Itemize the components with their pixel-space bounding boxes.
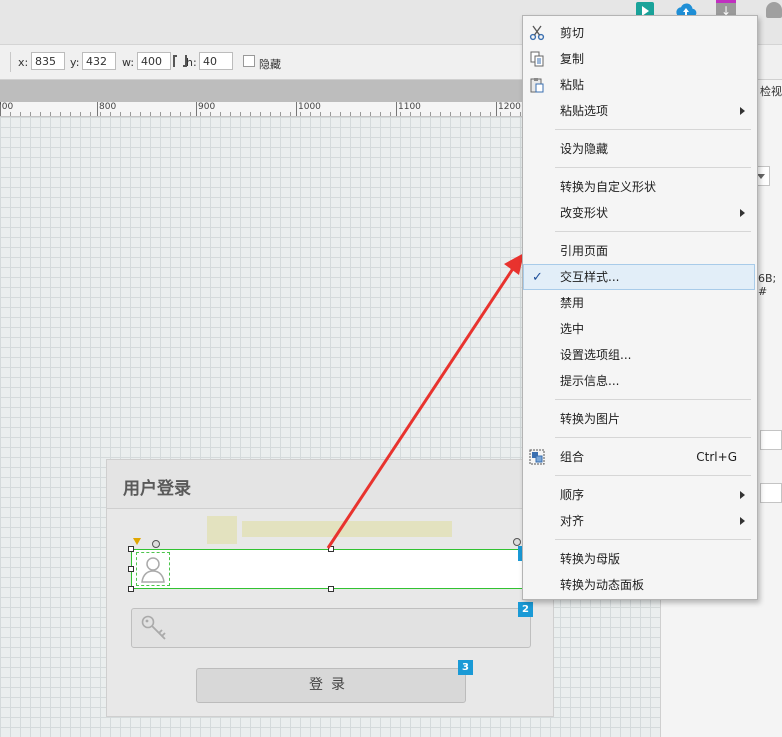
x-field[interactable]: 835 xyxy=(31,52,65,70)
menu-item-paste[interactable]: 粘贴 xyxy=(523,72,755,98)
copy-icon xyxy=(529,51,545,67)
menu-item-label: 转换为动态面板 xyxy=(560,578,645,592)
menu-item-convert-image[interactable]: 转换为图片 xyxy=(523,406,755,432)
menu-item-label: 转换为自定义形状 xyxy=(560,180,657,194)
menu-item-label: 提示信息... xyxy=(560,374,620,388)
menu-item-order[interactable]: 顺序 xyxy=(523,482,755,508)
y-label: y: xyxy=(70,56,80,69)
user-account-icon[interactable] xyxy=(766,2,782,18)
menu-item-label: 选中 xyxy=(560,322,585,336)
hide-label: 隐藏 xyxy=(259,58,281,71)
resize-handle-top-left[interactable] xyxy=(128,546,134,552)
menu-item-label: 粘贴 xyxy=(560,78,585,92)
menu-item-align[interactable]: 对齐 xyxy=(523,508,755,534)
ruler-label: 1100 xyxy=(398,102,421,112)
ruler-major-tick xyxy=(97,102,98,116)
rotation-handle[interactable] xyxy=(152,540,160,548)
menu-item-label: 组合 xyxy=(560,450,585,464)
menu-item-interaction-styles[interactable]: ✓ 交互样式... xyxy=(523,264,755,290)
menu-separator xyxy=(555,129,751,130)
menu-item-label: 引用页面 xyxy=(560,244,609,258)
ruler-label: 800 xyxy=(99,102,117,112)
resize-handle-left[interactable] xyxy=(128,566,134,572)
menu-item-shortcut: Ctrl+G xyxy=(696,450,737,464)
menu-item-label: 顺序 xyxy=(560,488,585,502)
menu-separator xyxy=(555,167,751,168)
menu-item-label: 交互样式... xyxy=(560,270,620,284)
menu-separator xyxy=(555,231,751,232)
paste-icon xyxy=(529,77,545,93)
menu-item-label: 转换为母版 xyxy=(560,552,621,566)
ruler-label: 1200 xyxy=(498,102,521,112)
h-field[interactable]: 40 xyxy=(199,52,233,70)
menu-item-option-group[interactable]: 设置选项组... xyxy=(523,342,755,368)
menu-item-group[interactable]: 组合 Ctrl+G xyxy=(523,444,755,470)
submenu-arrow-icon xyxy=(740,517,745,525)
menu-item-selected[interactable]: 选中 xyxy=(523,316,755,342)
ruler-major-tick xyxy=(396,102,397,116)
menu-item-copy[interactable]: 复制 xyxy=(523,46,755,72)
login-title: 用户登录 xyxy=(123,479,191,499)
ruler-major-tick xyxy=(296,102,297,116)
w-label: w: xyxy=(122,56,135,69)
menu-item-cut[interactable]: 剪切 xyxy=(523,20,755,46)
ruler-label: 900 xyxy=(198,102,216,112)
menu-item-convert-dynamic-panel[interactable]: 转换为动态面板 xyxy=(523,572,755,598)
submenu-arrow-icon xyxy=(740,107,745,115)
password-input[interactable] xyxy=(131,608,531,648)
login-button[interactable]: 登录 xyxy=(196,668,466,703)
submenu-arrow-icon xyxy=(740,491,745,499)
inspector-field[interactable] xyxy=(760,483,782,503)
aspect-lock-icon[interactable] xyxy=(173,55,187,67)
menu-separator xyxy=(555,539,751,540)
user-icon xyxy=(136,552,170,586)
menu-separator xyxy=(555,437,751,438)
inspector-color-value: 6B; # xyxy=(758,272,777,298)
menu-item-label: 设置选项组... xyxy=(560,348,632,362)
menu-item-disabled[interactable]: 禁用 xyxy=(523,290,755,316)
ruler-major-tick xyxy=(196,102,197,116)
menu-item-label: 剪切 xyxy=(560,26,585,40)
submenu-arrow-icon xyxy=(740,209,745,217)
inspector-field[interactable] xyxy=(760,430,782,450)
ruler-label: 1000 xyxy=(298,102,321,112)
menu-item-label: 复制 xyxy=(560,52,585,66)
menu-item-label: 粘贴选项 xyxy=(560,104,609,118)
scissors-icon xyxy=(529,25,545,41)
group-icon xyxy=(529,449,545,465)
checkmark-icon: ✓ xyxy=(532,270,543,285)
menu-item-label: 禁用 xyxy=(560,296,585,310)
menu-item-change-shape[interactable]: 改变形状 xyxy=(523,200,755,226)
menu-item-label: 设为隐藏 xyxy=(560,142,609,156)
menu-item-paste-options[interactable]: 粘贴选项 xyxy=(523,98,755,124)
username-input[interactable] xyxy=(131,549,531,589)
interaction-badge: 3 xyxy=(458,660,473,675)
h-label: h: xyxy=(186,56,197,69)
menu-separator xyxy=(555,399,751,400)
ruler-label: 700 xyxy=(0,102,14,112)
interaction-badge: 2 xyxy=(518,602,533,617)
resize-handle-bottom-left[interactable] xyxy=(128,586,134,592)
menu-item-convert-custom-shape[interactable]: 转换为自定义形状 xyxy=(523,174,755,200)
menu-item-set-hidden[interactable]: 设为隐藏 xyxy=(523,136,755,162)
w-field[interactable]: 400 xyxy=(137,52,171,70)
annotation-arrow xyxy=(326,253,524,549)
menu-item-tooltip[interactable]: 提示信息... xyxy=(523,368,755,394)
key-icon xyxy=(139,613,171,643)
resize-handle-bottom[interactable] xyxy=(328,586,334,592)
menu-item-reference-page[interactable]: 引用页面 xyxy=(523,238,755,264)
menu-item-label: 改变形状 xyxy=(560,206,609,220)
menu-item-label: 对齐 xyxy=(560,514,585,528)
menu-item-label: 转换为图片 xyxy=(560,412,621,426)
menu-item-convert-master[interactable]: 转换为母版 xyxy=(523,546,755,572)
selection-anchor-handle[interactable] xyxy=(133,538,141,545)
hide-checkbox[interactable] xyxy=(243,55,255,67)
y-field[interactable]: 432 xyxy=(82,52,116,70)
toolbar-divider xyxy=(10,52,11,72)
inspector-tab-label[interactable]: 检视 xyxy=(760,83,782,99)
hint-placeholder-square xyxy=(207,516,237,544)
ruler-major-tick xyxy=(496,102,497,116)
menu-separator xyxy=(555,475,751,476)
x-label: x: xyxy=(18,56,29,69)
